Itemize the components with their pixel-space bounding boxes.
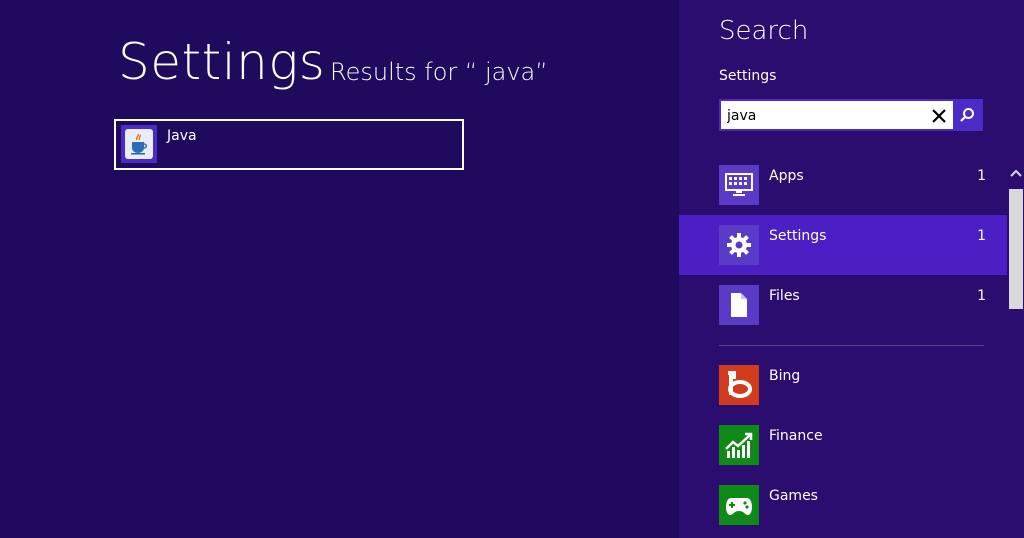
- search-scope-label: Settings: [719, 68, 777, 84]
- gear-icon: [719, 225, 759, 265]
- results-label: Results for “ java”: [330, 58, 548, 86]
- category-files[interactable]: Files 1: [679, 275, 1007, 335]
- search-pane: Search Settings java Apps 1 Settings 1 F…: [679, 0, 1024, 538]
- scroll-up-button[interactable]: [1008, 165, 1024, 181]
- category-settings[interactable]: Settings 1: [679, 215, 1007, 275]
- search-button[interactable]: [953, 101, 981, 129]
- chevron-up-icon: [1010, 169, 1022, 177]
- result-item-java[interactable]: Java: [114, 119, 464, 170]
- category-count: 1: [977, 168, 986, 184]
- category-apps[interactable]: Apps 1: [679, 155, 1007, 215]
- bing-icon: [719, 365, 759, 405]
- search-pane-scrollbar[interactable]: [1008, 155, 1024, 538]
- category-label: Apps: [769, 168, 804, 184]
- app-label: Games: [769, 488, 818, 504]
- gamepad-icon: [719, 485, 759, 525]
- app-games[interactable]: Games: [679, 475, 1007, 535]
- java-cup-icon: [121, 125, 157, 163]
- category-label: Settings: [769, 228, 827, 244]
- app-finance[interactable]: Finance: [679, 415, 1007, 475]
- app-label: Bing: [769, 368, 801, 384]
- category-label: Files: [769, 288, 800, 304]
- search-box: [719, 99, 983, 131]
- category-count: 1: [977, 228, 986, 244]
- page-title: Settings: [118, 33, 326, 91]
- app-bing[interactable]: Bing: [679, 355, 1007, 415]
- search-input[interactable]: [727, 105, 917, 127]
- search-category-list: Apps 1 Settings 1 Files 1 Bing Finance G…: [679, 155, 1007, 535]
- app-label: Finance: [769, 428, 823, 444]
- close-icon: [932, 109, 946, 123]
- list-divider: [719, 345, 984, 346]
- clear-search-button[interactable]: [927, 104, 951, 128]
- file-icon: [719, 285, 759, 325]
- scrollbar-thumb[interactable]: [1009, 189, 1023, 309]
- search-icon: [960, 108, 974, 122]
- finance-chart-icon: [719, 425, 759, 465]
- search-pane-title: Search: [719, 16, 809, 46]
- keyboard-icon: [719, 165, 759, 205]
- result-label: Java: [167, 128, 197, 144]
- category-count: 1: [977, 288, 986, 304]
